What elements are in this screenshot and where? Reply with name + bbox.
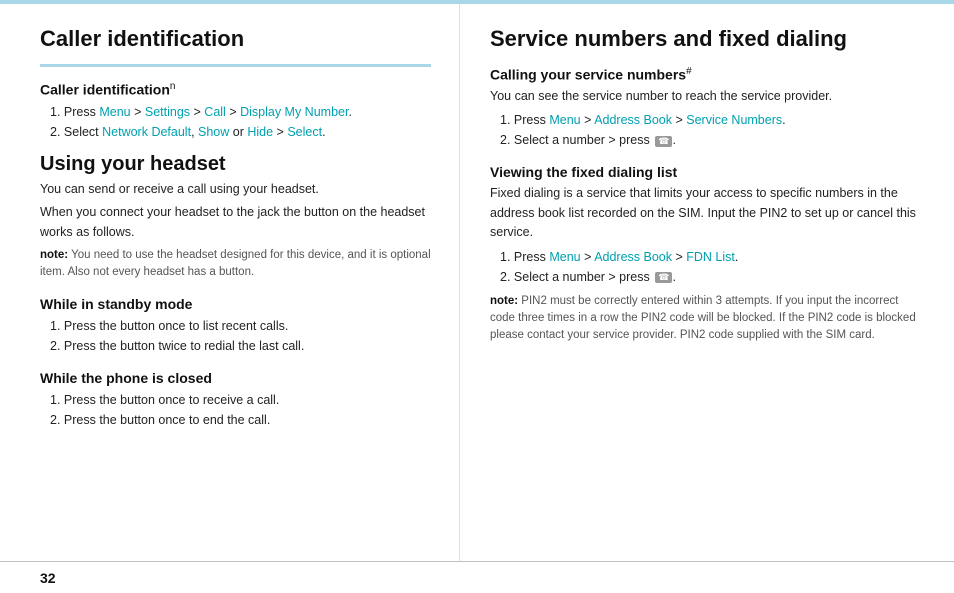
service-numbers-steps: Press Menu > Address Book > Service Numb… (500, 110, 924, 150)
fixed-dialing-section: Viewing the fixed dialing list Fixed dia… (490, 164, 924, 344)
link-show: Show (198, 125, 229, 139)
right-column: Service numbers and fixed dialing Callin… (460, 4, 954, 561)
headset-main-title: Using your headset (40, 152, 431, 176)
page-number: 32 (40, 570, 56, 586)
headset-intro-2: When you connect your headset to the jac… (40, 203, 431, 242)
standby-step-2: Press the button twice to redial the las… (50, 336, 431, 356)
link-address-book-1: Address Book (594, 113, 672, 127)
service-numbers-section: Service numbers and fixed dialing Callin… (490, 26, 924, 150)
standby-mode-title: While in standby mode (40, 296, 431, 312)
link-select-1: Select (287, 125, 322, 139)
service-step-1: Press Menu > Address Book > Service Numb… (500, 110, 924, 130)
phone-closed-step-2: Press the button once to end the call. (50, 410, 431, 430)
fdn-step-1: Press Menu > Address Book > FDN List. (500, 247, 924, 267)
headset-section: Using your headset You can send or recei… (40, 152, 431, 430)
left-column: Caller identification Caller identificat… (0, 4, 460, 561)
phone-icon-1: ☎ (655, 136, 672, 147)
link-display-my-number: Display My Number (240, 105, 348, 119)
standby-steps: Press the button once to list recent cal… (50, 316, 431, 356)
left-accent-bar (40, 64, 431, 67)
link-fdn-list: FDN List (686, 250, 735, 264)
link-settings: Settings (145, 105, 190, 119)
service-numbers-main-title: Service numbers and fixed dialing (490, 26, 924, 52)
phone-icon-2: ☎ (655, 272, 672, 283)
link-service-numbers: Service Numbers (686, 113, 782, 127)
page-container: Caller identification Caller identificat… (0, 0, 954, 593)
service-numbers-intro: You can see the service number to reach … (490, 87, 924, 106)
phone-closed-step-1: Press the button once to receive a call. (50, 390, 431, 410)
link-call: Call (204, 105, 226, 119)
note-bold-2: note: (490, 295, 518, 307)
link-menu-2: Menu (549, 113, 580, 127)
link-menu-3: Menu (549, 250, 580, 264)
caller-id-step-2: Select Network Default, Show or Hide > S… (50, 122, 431, 142)
link-hide: Hide (247, 125, 273, 139)
headset-note: note: You need to use the headset design… (40, 247, 431, 282)
link-network-default: Network Default (102, 125, 191, 139)
fixed-dialing-title: Viewing the fixed dialing list (490, 164, 924, 180)
note-bold-1: note: (40, 249, 68, 261)
fixed-dialing-intro: Fixed dialing is a service that limits y… (490, 184, 924, 242)
fixed-dialing-steps: Press Menu > Address Book > FDN List. Se… (500, 247, 924, 287)
calling-service-numbers-title: Calling your service numbers# (490, 66, 924, 83)
phone-closed-steps: Press the button once to receive a call.… (50, 390, 431, 430)
content-area: Caller identification Caller identificat… (0, 4, 954, 561)
link-menu-1: Menu (99, 105, 130, 119)
caller-id-subsection-title: Caller identificationn (40, 81, 431, 98)
bottom-bar: 32 (0, 561, 954, 593)
caller-id-section: Caller identification Caller identificat… (40, 26, 431, 142)
standby-step-1: Press the button once to list recent cal… (50, 316, 431, 336)
fdn-step-2: Select a number > press ☎. (500, 267, 924, 287)
caller-id-main-title: Caller identification (40, 26, 431, 52)
link-address-book-2: Address Book (594, 250, 672, 264)
headset-intro-1: You can send or receive a call using you… (40, 180, 431, 199)
caller-id-steps: Press Menu > Settings > Call > Display M… (50, 102, 431, 142)
fdn-note: note: PIN2 must be correctly entered wit… (490, 293, 924, 345)
service-step-2: Select a number > press ☎. (500, 130, 924, 150)
phone-closed-title: While the phone is closed (40, 370, 431, 386)
caller-id-step-1: Press Menu > Settings > Call > Display M… (50, 102, 431, 122)
